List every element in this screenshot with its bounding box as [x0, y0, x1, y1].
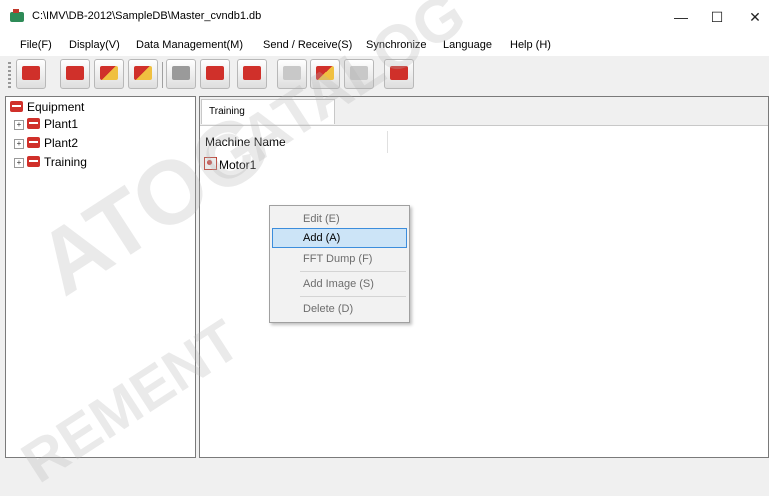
context-menu: Edit (E) Add (A) FFT Dump (F) Add Image … — [269, 205, 410, 323]
plant-icon — [27, 137, 40, 148]
tab-training[interactable]: Training — [201, 99, 335, 124]
tree-item-label: Training — [44, 155, 87, 169]
edit-icon[interactable] — [200, 59, 230, 89]
send-icon[interactable] — [310, 59, 340, 89]
equipment-tree[interactable]: Equipment + Plant1 + Plant2 + Training — [5, 96, 196, 458]
menu-item-fft-dump[interactable]: FFT Dump (F) — [272, 249, 407, 269]
menu-data-management[interactable]: Data Management(M) — [136, 39, 243, 51]
equipment-icon — [10, 101, 23, 112]
menu-file[interactable]: File(F) — [20, 39, 52, 51]
menu-item-delete[interactable]: Delete (D) — [272, 299, 407, 319]
machine-name: Motor1 — [219, 158, 257, 172]
window-title: C:\IMV\DB-2012\SampleDB\Master_cvndb1.db — [32, 10, 262, 22]
expand-icon[interactable]: + — [14, 139, 24, 149]
toolbar-grip[interactable] — [8, 62, 11, 88]
receive-icon[interactable] — [344, 59, 374, 89]
menu-synchronize[interactable]: Synchronize — [366, 39, 427, 51]
motor-icon — [204, 157, 217, 170]
menu-separator — [300, 271, 406, 272]
tree-root[interactable]: Equipment — [10, 100, 84, 116]
settings-icon[interactable] — [94, 59, 124, 89]
column-divider[interactable] — [387, 131, 388, 153]
plant-icon — [27, 118, 40, 129]
menu-send-receive[interactable]: Send / Receive(S) — [263, 39, 352, 51]
menu-item-add[interactable]: Add (A) — [272, 228, 407, 248]
menu-separator — [300, 296, 406, 297]
measure-icon[interactable] — [128, 59, 158, 89]
toolbar — [0, 56, 769, 94]
tree-item-plant1[interactable]: + Plant1 — [14, 117, 78, 133]
status-bar — [0, 460, 769, 478]
maximize-button[interactable]: ☐ — [703, 6, 731, 28]
tab-strip: Training — [200, 97, 768, 126]
expand-icon[interactable]: + — [14, 120, 24, 130]
plant-icon — [27, 156, 40, 167]
report-icon[interactable] — [384, 59, 414, 89]
menu-item-add-image[interactable]: Add Image (S) — [272, 274, 407, 294]
open-db-icon[interactable] — [16, 59, 46, 89]
title-bar: C:\IMV\DB-2012\SampleDB\Master_cvndb1.db… — [0, 0, 769, 34]
sensor-icon[interactable] — [277, 59, 307, 89]
menu-display[interactable]: Display(V) — [69, 39, 120, 51]
menu-language[interactable]: Language — [443, 39, 492, 51]
list-item[interactable]: Motor1 — [204, 157, 256, 172]
tree-item-label: Plant1 — [44, 117, 79, 131]
menu-item-edit[interactable]: Edit (E) — [272, 209, 407, 229]
close-button[interactable]: ✕ — [741, 6, 769, 28]
tree-item-plant2[interactable]: + Plant2 — [14, 136, 78, 152]
expand-icon[interactable]: + — [14, 158, 24, 168]
tree-item-training[interactable]: + Training — [14, 155, 87, 171]
menu-help[interactable]: Help (H) — [510, 39, 551, 51]
menu-bar: File(F) Display(V) Data Management(M) Se… — [0, 34, 769, 56]
column-header-machine-name[interactable]: Machine Name — [205, 135, 286, 149]
machine-icon[interactable] — [60, 59, 90, 89]
minimize-button[interactable]: — — [667, 6, 695, 28]
list-icon[interactable] — [237, 59, 267, 89]
app-icon — [10, 9, 24, 22]
disabled-icon[interactable] — [166, 59, 196, 89]
toolbar-separator — [162, 62, 163, 88]
tree-root-label: Equipment — [27, 100, 85, 114]
tree-item-label: Plant2 — [44, 136, 79, 150]
